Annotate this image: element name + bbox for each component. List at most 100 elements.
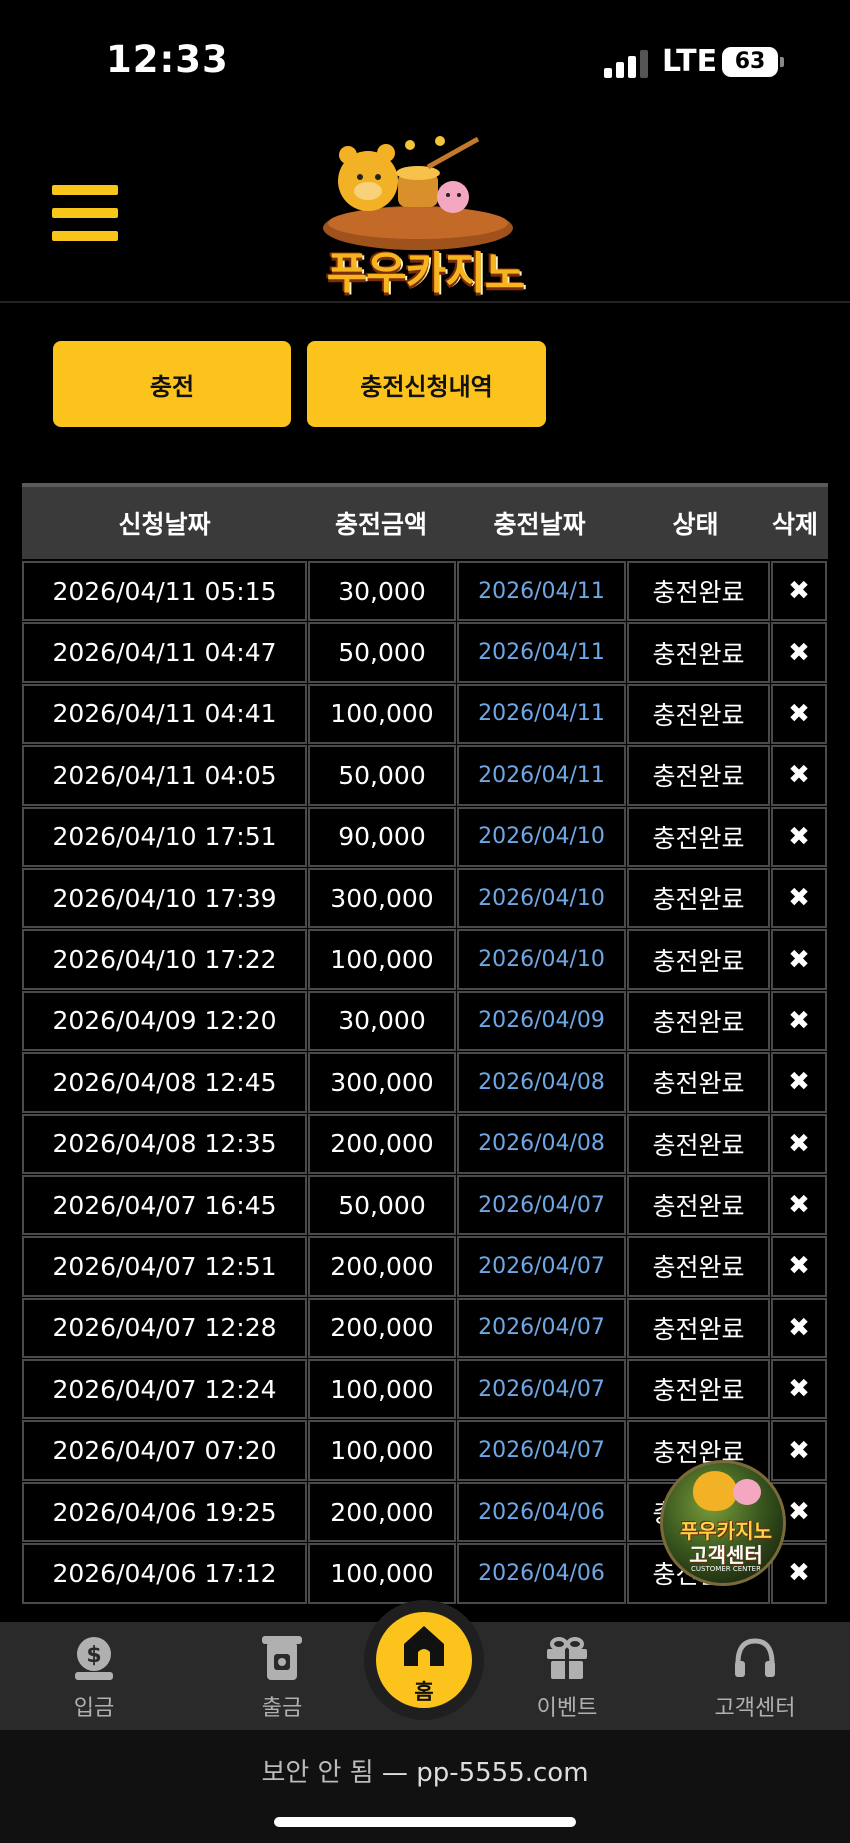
cell-amount: 100,000	[308, 1359, 456, 1420]
cell-request-date: 2026/04/11 04:41	[22, 683, 307, 745]
column-header-status: 상태	[672, 510, 719, 539]
nav-support[interactable]: 고객센터	[690, 1622, 820, 1730]
cell-request-date: 2026/04/06 19:25	[22, 1481, 307, 1543]
cell-status: 충전완료	[627, 1113, 770, 1174]
nav-home[interactable]: 홈	[364, 1600, 484, 1720]
cell-amount: 200,000	[308, 1236, 456, 1297]
cell-request-date: 2026/04/11 04:05	[22, 745, 307, 806]
nav-withdraw[interactable]: 출금	[217, 1622, 347, 1730]
cell-request-date: 2026/04/07 07:20	[22, 1420, 307, 1481]
column-header-charge-date: 충전날짜	[493, 510, 586, 539]
nav-home-label: 홈	[414, 1680, 434, 1704]
cell-amount: 300,000	[308, 867, 456, 929]
cell-amount: 200,000	[308, 1113, 456, 1174]
atm-icon	[217, 1630, 347, 1686]
cell-status: 충전완료	[627, 1236, 770, 1297]
cell-status: 충전완료	[627, 1174, 770, 1236]
cell-request-date: 2026/04/11 04:47	[22, 622, 307, 683]
table-row: 2026/04/11 04:05 50,000 2026/04/11 충전완료 ✖	[22, 745, 828, 806]
table-row: 2026/04/11 05:15 30,000 2026/04/11 충전완료 ✖	[22, 561, 828, 622]
column-header-amount: 충전금액	[334, 510, 427, 539]
deposit-history-table: 신청날짜 충전금액 충전날짜 상태 삭제 2026/04/11 05:15 30,…	[22, 483, 828, 1605]
delete-icon[interactable]: ✖	[771, 561, 827, 622]
cell-amount: 100,000	[308, 683, 456, 745]
table-row: 2026/04/08 12:45 300,000 2026/04/08 충전완료 ✖	[22, 1052, 828, 1113]
cell-charge-date: 2026/04/07	[457, 1174, 626, 1236]
table-row: 2026/04/11 04:47 50,000 2026/04/11 충전완료 ✖	[22, 622, 828, 683]
delete-icon[interactable]: ✖	[771, 1052, 827, 1113]
cell-charge-date: 2026/04/07	[457, 1420, 626, 1481]
table-row: 2026/04/07 12:51 200,000 2026/04/07 충전완료 ✖	[22, 1236, 828, 1297]
table-row: 2026/04/10 17:39 300,000 2026/04/10 충전완료 ✖	[22, 867, 828, 929]
cell-request-date: 2026/04/08 12:45	[22, 1052, 307, 1113]
cell-charge-date: 2026/04/09	[457, 990, 626, 1052]
cell-amount: 300,000	[308, 1052, 456, 1113]
delete-icon[interactable]: ✖	[771, 1297, 827, 1359]
deposit-history-tab-button[interactable]: 충전신청내역	[307, 341, 546, 427]
nav-event-label: 이벤트	[536, 1696, 598, 1721]
app-page: 12:33 LTE 63 푸우카지노 충전 충전신청내역 신청날짜 충전금액 충…	[0, 0, 850, 1843]
home-icon	[400, 1622, 448, 1672]
cell-status: 충전완료	[627, 745, 770, 806]
nav-deposit[interactable]: $ 입금	[29, 1622, 159, 1730]
gift-icon	[502, 1630, 632, 1686]
delete-icon[interactable]: ✖	[771, 1174, 827, 1236]
table-body: 2026/04/11 05:15 30,000 2026/04/11 충전완료 ✖ 202…	[22, 561, 828, 1605]
cell-charge-date: 2026/04/08	[457, 1113, 626, 1174]
url-text: 보안 안 됨 — pp-5555.com	[0, 1752, 850, 1789]
cell-charge-date: 2026/04/06	[457, 1543, 626, 1604]
hamburger-menu-button[interactable]	[52, 185, 120, 245]
cell-charge-date: 2026/04/06	[457, 1481, 626, 1543]
nav-event[interactable]: 이벤트	[502, 1622, 632, 1730]
delete-icon[interactable]: ✖	[771, 867, 827, 929]
cell-amount: 100,000	[308, 1420, 456, 1481]
cell-charge-date: 2026/04/10	[457, 867, 626, 929]
pooh-icon	[693, 1471, 737, 1511]
delete-icon[interactable]: ✖	[771, 683, 827, 745]
delete-icon[interactable]: ✖	[771, 806, 827, 867]
delete-icon[interactable]: ✖	[771, 1359, 827, 1420]
cell-status: 충전완료	[627, 929, 770, 990]
url-separator: —	[381, 1758, 408, 1788]
nav-support-label: 고객센터	[714, 1696, 796, 1721]
delete-icon[interactable]: ✖	[771, 1420, 827, 1481]
svg-text:$: $	[86, 1643, 101, 1668]
customer-center-english: CUSTOMER CENTER	[691, 1565, 761, 1573]
deposit-tab-button[interactable]: 충전	[53, 341, 291, 427]
cell-amount: 200,000	[308, 1297, 456, 1359]
table-row: 2026/04/07 12:24 100,000 2026/04/07 충전완료 ✖	[22, 1359, 828, 1420]
cell-amount: 30,000	[308, 561, 456, 622]
browser-url-bar[interactable]: 보안 안 됨 — pp-5555.com	[0, 1730, 850, 1843]
cell-request-date: 2026/04/07 16:45	[22, 1174, 307, 1236]
site-logo[interactable]: 푸우카지노	[298, 133, 548, 299]
cell-request-date: 2026/04/11 05:15	[22, 561, 307, 622]
delete-icon[interactable]: ✖	[771, 622, 827, 683]
table-header-row: 신청날짜 충전금액 충전날짜 상태 삭제	[22, 483, 828, 559]
table-row: 2026/04/11 04:41 100,000 2026/04/11 충전완료 ✖	[22, 683, 828, 745]
cell-amount: 100,000	[308, 929, 456, 990]
cell-request-date: 2026/04/08 12:35	[22, 1113, 307, 1174]
cell-amount: 50,000	[308, 745, 456, 806]
delete-icon[interactable]: ✖	[771, 1236, 827, 1297]
cell-amount: 90,000	[308, 806, 456, 867]
headset-icon	[690, 1630, 820, 1686]
cell-amount: 30,000	[308, 990, 456, 1052]
delete-icon[interactable]: ✖	[771, 745, 827, 806]
cell-request-date: 2026/04/06 17:12	[22, 1543, 307, 1604]
customer-center-float-button[interactable]: 푸우카지노 고객센터 CUSTOMER CENTER	[660, 1460, 786, 1586]
security-warning: 보안 안 됨	[261, 1758, 374, 1788]
cell-charge-date: 2026/04/07	[457, 1236, 626, 1297]
cell-request-date: 2026/04/07 12:51	[22, 1236, 307, 1297]
delete-icon[interactable]: ✖	[771, 990, 827, 1052]
delete-icon[interactable]: ✖	[771, 1113, 827, 1174]
cell-charge-date: 2026/04/11	[457, 683, 626, 745]
cell-amount: 50,000	[308, 622, 456, 683]
cell-charge-date: 2026/04/07	[457, 1297, 626, 1359]
cell-request-date: 2026/04/09 12:20	[22, 990, 307, 1052]
status-time: 12:33	[106, 38, 229, 81]
nav-withdraw-label: 출금	[261, 1696, 303, 1721]
table-row: 2026/04/09 12:20 30,000 2026/04/09 충전완료 ✖	[22, 990, 828, 1052]
cell-request-date: 2026/04/07 12:28	[22, 1297, 307, 1359]
delete-icon[interactable]: ✖	[771, 929, 827, 990]
home-indicator[interactable]	[274, 1817, 576, 1827]
